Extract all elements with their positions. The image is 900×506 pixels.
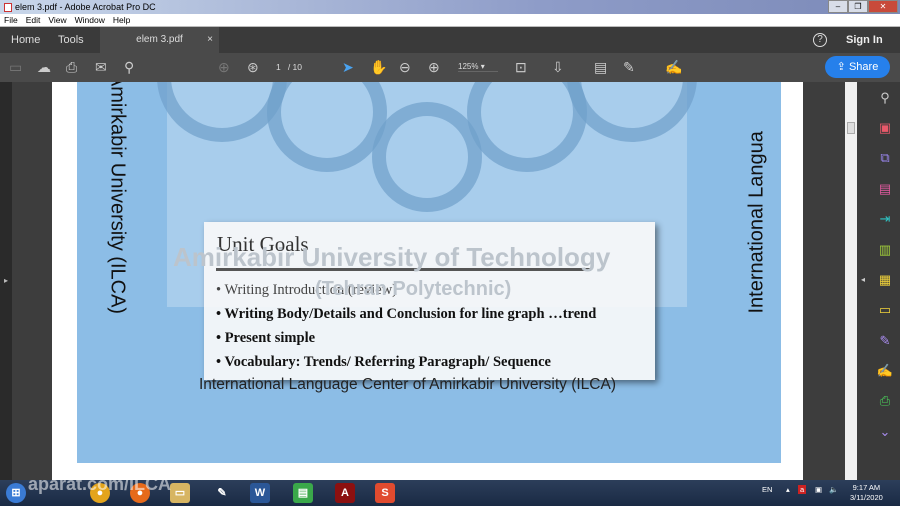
close-button[interactable]: ✕ [868,0,898,13]
print-icon[interactable]: ⎙ [66,60,77,75]
vertical-scrollbar[interactable] [845,82,857,480]
paint-icon[interactable]: ✎ [212,483,232,503]
share-label: Share [848,61,879,73]
camtasia-icon[interactable]: ▤ [293,483,313,503]
save-icon[interactable]: ▭ [9,60,22,75]
tray-expand-icon[interactable]: ▴ [786,485,790,494]
tab-tools[interactable]: Tools [58,27,84,53]
menu-view[interactable]: View [48,15,66,25]
print-production-icon[interactable]: ⎙ [876,393,894,409]
share-button[interactable]: ⇪ Share [825,56,890,78]
menu-edit[interactable]: Edit [26,15,41,25]
help-icon[interactable]: ? [813,33,827,47]
file-explorer-icon[interactable]: ▭ [170,483,190,503]
page-fit-icon[interactable]: ⊡ [515,60,527,75]
unit-goals-card: Unit Goals • Writing Introduction (revie… [204,222,655,380]
more-tools-chevron-icon[interactable]: ⌄ [876,424,894,440]
screencast-icon[interactable]: S [375,483,395,503]
organize-pages-icon[interactable]: ▤ [876,181,894,197]
card-title: Unit Goals [217,232,309,256]
select-cursor-icon[interactable]: ➤ [342,60,354,75]
acrobat-icon[interactable]: A [335,483,355,503]
fill-sign-icon[interactable]: ✎ [876,333,894,349]
prev-page-icon[interactable]: ⊕ [218,60,230,75]
bullet-item: • Vocabulary: Trends/ Referring Paragrap… [216,354,551,370]
menu-help[interactable]: Help [113,15,130,25]
left-pane-toggle[interactable]: ▸ [0,82,12,480]
tab-document[interactable]: elem 3.pdf × [100,27,219,53]
minimize-button[interactable]: – [828,0,848,13]
next-page-icon[interactable]: ⊛ [247,60,259,75]
scroll-mode-icon[interactable]: ⇩ [552,60,564,75]
pdf-icon [4,2,12,12]
slide-footer: International Language Center of Amirkab… [199,376,616,393]
search-icon[interactable]: ⚲ [124,60,134,75]
zoom-select[interactable]: 125% ▾ [458,62,498,72]
send-for-signature-icon[interactable]: ✍ [876,363,894,379]
network-tray-icon[interactable]: ▣ [815,485,822,494]
bullet-item: • Present simple [216,330,316,346]
edit-pdf-icon[interactable]: ▥ [876,242,894,258]
scrollbar-thumb[interactable] [847,122,855,134]
hand-tool-icon[interactable]: ✋ [370,60,387,75]
email-icon[interactable]: ✉ [95,60,107,75]
sign-in-link[interactable]: Sign In [846,27,883,53]
bullet-item: • Writing Body/Details and Conclusion fo… [216,306,597,322]
highlight-pen-icon[interactable]: ✎ [623,60,635,75]
menu-bar: File Edit View Window Help [0,14,900,27]
clock[interactable]: 9:17 AM 3/11/2020 [850,483,883,503]
page-number-input[interactable]: 1 [276,62,281,72]
create-pdf-icon[interactable]: ▣ [876,120,894,136]
title-underline [216,268,591,271]
volume-icon[interactable]: 🔈 [829,485,838,494]
menu-window[interactable]: Window [75,15,105,25]
page-total: / 10 [287,62,303,72]
clock-time: 9:17 AM [852,483,881,492]
vertical-right-text: International Langua [745,131,768,314]
menu-file[interactable]: File [4,15,18,25]
tab-document-label: elem 3.pdf [136,34,183,45]
zoom-search-icon[interactable]: ⚲ [876,90,894,106]
bullet-item: • Writing Introduction (review) [216,282,397,298]
title-bar: elem 3.pdf - Adobe Acrobat Pro DC – ❐ ✕ [0,0,900,14]
comment-tool-icon[interactable]: ▦ [876,272,894,288]
upload-cloud-icon[interactable]: ☁ [37,60,51,75]
zoom-out-icon[interactable]: ⊖ [399,60,411,75]
word-icon[interactable]: W [250,483,270,503]
zoom-in-icon[interactable]: ⊕ [428,60,440,75]
video-watermark: aparat.com/ILCA [28,474,172,494]
tab-home[interactable]: Home [11,27,40,53]
zoom-value: 125% [458,62,479,71]
start-button[interactable]: ⊞ [6,483,26,503]
combine-files-icon[interactable]: ⧉ [876,150,894,166]
collapse-pane-icon[interactable]: ◂ [861,275,865,284]
window-title: elem 3.pdf - Adobe Acrobat Pro DC [15,2,156,12]
antivirus-tray-icon[interactable]: a [798,485,807,494]
vertical-left-text: Amirkabir University (ILCA) [106,82,129,315]
comment-bubble-icon[interactable]: ▭ [876,302,894,318]
comment-icon[interactable]: ▤ [594,60,607,75]
tab-bar: Home Tools elem 3.pdf × ? Sign In [0,27,900,53]
toolbar: ▭ ☁ ⎙ ✉ ⚲ ⊕ ⊛ 1 / 10 ➤ ✋ ⊖ ⊕ 125% ▾ ⊡ ⇩ … [0,53,900,82]
sign-icon[interactable]: ✍ [665,60,682,75]
export-pdf-icon[interactable]: ⇥ [876,211,894,227]
close-tab-icon[interactable]: × [207,27,213,53]
clock-date: 3/11/2020 [850,493,883,502]
restore-button[interactable]: ❐ [848,0,868,13]
language-indicator[interactable]: EN [762,485,772,494]
